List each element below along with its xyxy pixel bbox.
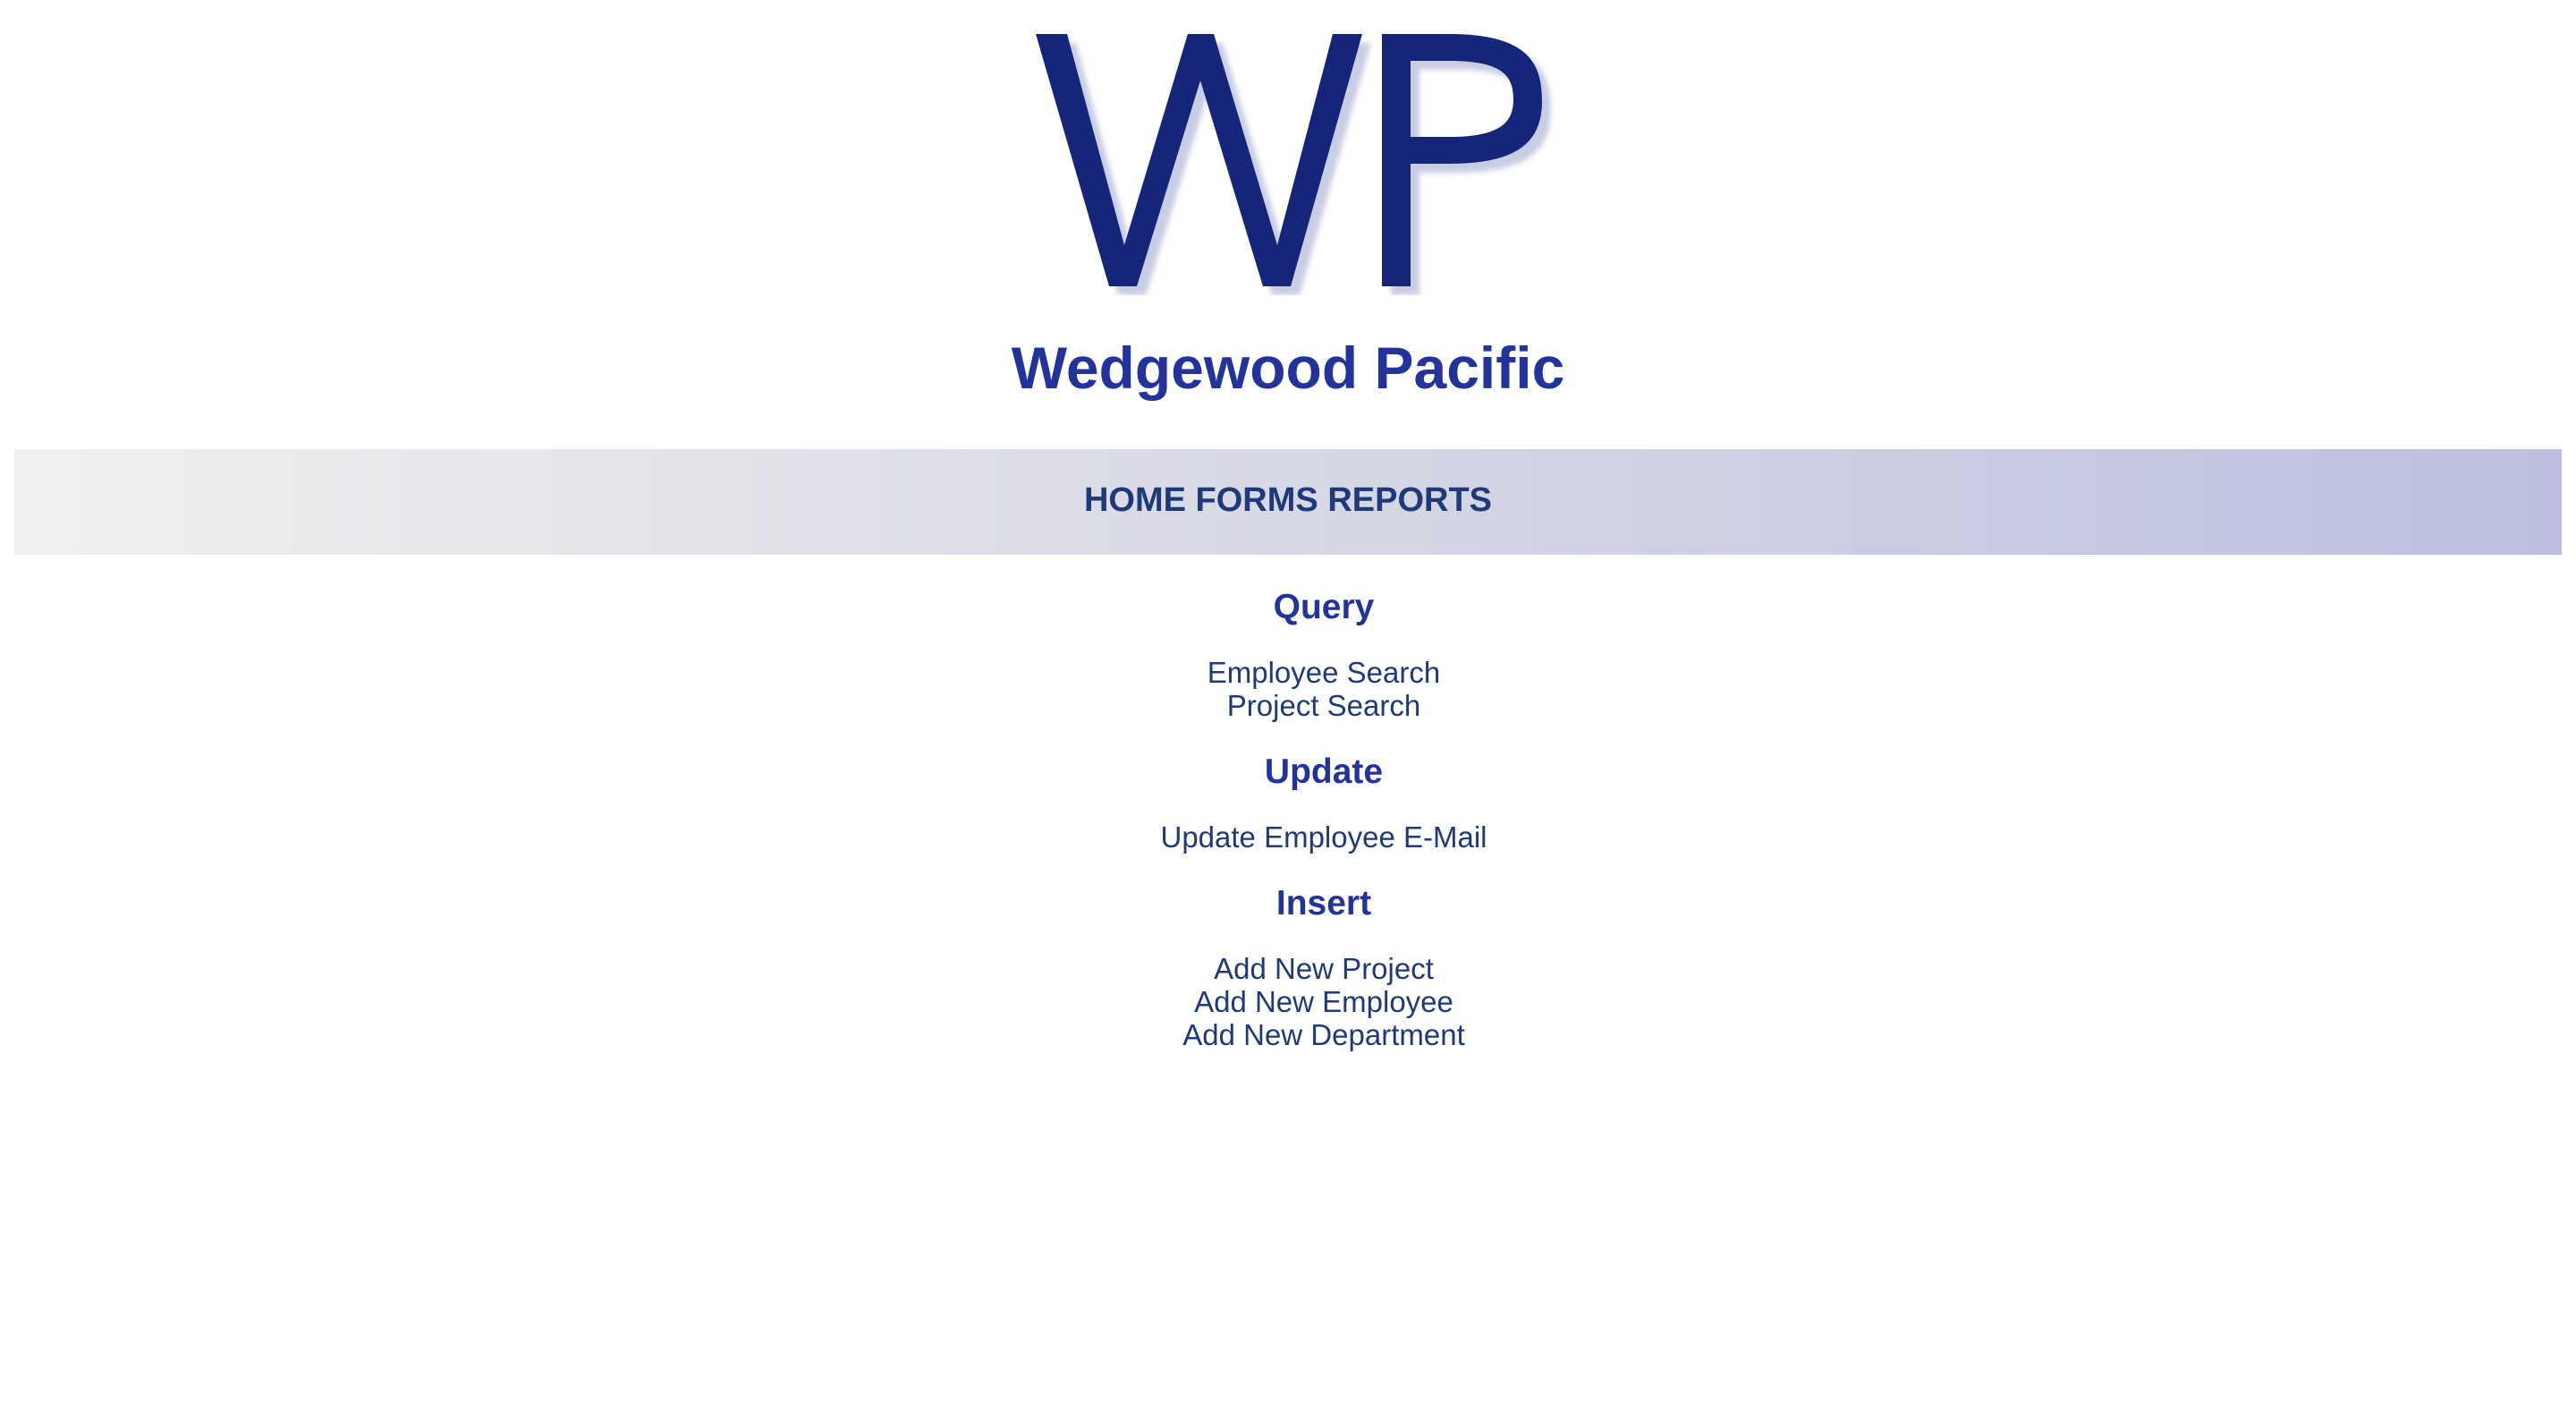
wp-logo	[1036, 34, 1551, 295]
add-new-project-link[interactable]: Add New Project	[1011, 952, 1637, 985]
update-links: Update Employee E-Mail	[1011, 820, 1637, 854]
nav-forms-link[interactable]: FORMS	[1196, 481, 1318, 519]
project-search-link[interactable]: Project Search	[1011, 689, 1637, 722]
nav-home-link[interactable]: HOME	[1084, 481, 1186, 519]
query-links: Employee Search Project Search	[1011, 656, 1637, 722]
navbar: HOME FORMS REPORTS	[14, 449, 2562, 555]
insert-heading: Insert	[1275, 884, 1372, 922]
add-new-department-link[interactable]: Add New Department	[1011, 1018, 1637, 1051]
employee-search-link[interactable]: Employee Search	[1011, 656, 1637, 689]
page: Wedgewood Pacific HOME FORMS REPORTS Que…	[0, 0, 2576, 1428]
main-content: Query Employee Search Project Search Upd…	[1011, 586, 1637, 1080]
nav-reports-link[interactable]: REPORTS	[1327, 481, 1492, 519]
update-heading: Update	[1264, 752, 1384, 791]
update-employee-email-link[interactable]: Update Employee E-Mail	[1011, 820, 1637, 854]
company-name: Wedgewood Pacific	[1011, 335, 1565, 401]
insert-links: Add New Project Add New Employee Add New…	[1011, 952, 1637, 1051]
query-heading: Query	[1273, 588, 1375, 626]
nav-links: HOME FORMS REPORTS	[1084, 483, 1492, 517]
add-new-employee-link[interactable]: Add New Employee	[1011, 985, 1637, 1018]
